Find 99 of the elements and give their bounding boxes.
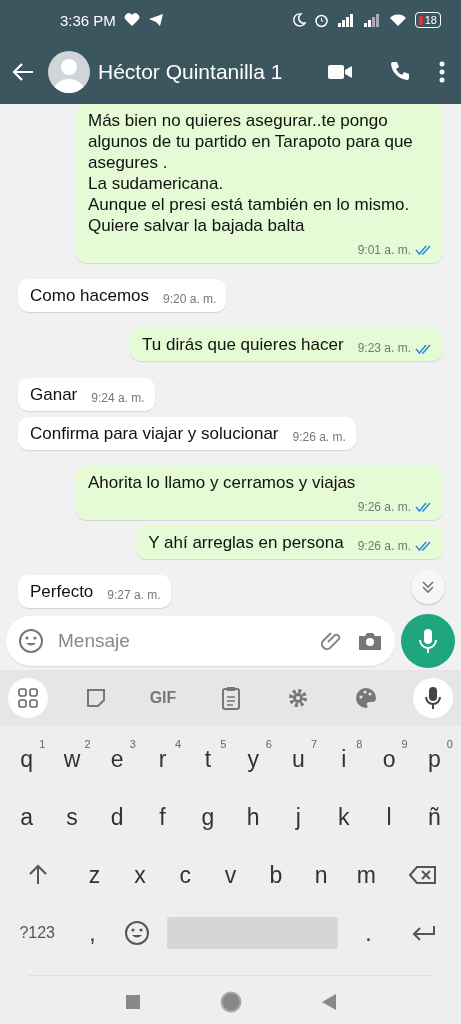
phone-icon [389, 61, 411, 83]
message-text: Tu dirás que quieres hacer [142, 334, 344, 356]
avatar[interactable] [48, 51, 90, 93]
keyboard-key[interactable]: ñ [411, 790, 457, 844]
home-button[interactable] [219, 991, 242, 1013]
voice-input-button[interactable] [413, 678, 453, 718]
key-hint: 2 [84, 738, 91, 750]
message-time: 9:27 a. m. [107, 587, 161, 604]
keyboard-key[interactable]: r 4 [139, 732, 186, 786]
key-hint: 0 [446, 738, 453, 750]
backspace-icon [409, 865, 437, 885]
keyboard-key[interactable]: , [70, 906, 115, 960]
keyboard-key[interactable]: y 6 [230, 732, 276, 786]
keyboard-key[interactable]: k [321, 790, 367, 844]
keyboard-key[interactable]: i 8 [321, 732, 367, 786]
settings-icon [287, 687, 309, 709]
keyboard-key[interactable]: x [117, 848, 163, 902]
keyboard-key[interactable]: z [71, 848, 118, 902]
microphone-icon [419, 628, 437, 654]
keyboard-key[interactable]: n [298, 848, 344, 902]
send-icon [147, 13, 164, 27]
message-time: 9:23 a. m. [357, 340, 411, 358]
grid-icon [18, 688, 38, 708]
keyboard-key[interactable]: p 0 [411, 732, 457, 786]
message-field[interactable]: Mensaje [6, 616, 395, 666]
keyboard-key[interactable]: d [94, 790, 140, 844]
message-time: 9:24 a. m. [91, 389, 145, 407]
enter-icon [410, 923, 437, 943]
keyboard-key[interactable]: j [275, 790, 322, 844]
keyboard-key[interactable]: l [366, 790, 412, 844]
back-arrow-icon [12, 62, 34, 82]
keyboard-key[interactable]: . [346, 906, 391, 960]
key-hint: 7 [310, 738, 318, 750]
symbols-key[interactable]: ?123 [4, 906, 71, 960]
scroll-down-button[interactable] [411, 570, 445, 604]
message-time: 9:20 a. m. [163, 291, 217, 309]
message-time: 9:01 a. m. [357, 242, 411, 259]
apps-button[interactable] [8, 678, 48, 718]
message-text: Como hacemos [30, 285, 150, 307]
message-text: Más bien no quieres asegurar..te pongo algunos de tu partido en Tarapoto para que asegures . La sudamericana. Aunque el presi está también en lo mismo. Quiere salvar la bajada balta [88, 110, 414, 236]
double-check-icon [415, 244, 433, 257]
double-check-icon [415, 342, 433, 355]
keyboard-key[interactable]: o 9 [366, 732, 412, 786]
recent-apps-button[interactable] [125, 995, 140, 1009]
keyboard-key[interactable]: a [4, 790, 50, 844]
message-text: Y ahí arreglas en persona [148, 531, 344, 553]
keyboard-key[interactable]: h [230, 790, 276, 844]
keyboard-key[interactable]: m [343, 848, 390, 902]
battery-level: 18 [424, 14, 437, 26]
message-time: 9:26 a. m. [357, 537, 411, 555]
circle-icon [219, 991, 242, 1013]
smiley-icon [123, 920, 150, 946]
more-options-icon [439, 61, 445, 83]
palette-icon [354, 687, 377, 709]
heart-icon [123, 13, 140, 27]
contact-name[interactable]: Héctor Quintanilla 1 [98, 60, 305, 84]
key-hint: 6 [265, 738, 272, 750]
sticker-icon [84, 687, 107, 709]
keyboard-key[interactable]: t 5 [185, 732, 231, 786]
video-camera-icon [327, 63, 353, 81]
double-check-icon [415, 501, 433, 514]
clipboard-icon [220, 686, 241, 710]
status-time: 3:36 PM [60, 11, 116, 29]
voice-message-button[interactable] [401, 614, 455, 668]
key-hint: 1 [39, 738, 46, 750]
message-time: 9:26 a. m. [292, 428, 346, 446]
key-hint: 8 [356, 738, 363, 750]
emoji-icon [18, 628, 44, 654]
camera-icon [357, 630, 383, 652]
keyboard-key[interactable]: u 7 [275, 732, 322, 786]
keyboard-key[interactable]: g [185, 790, 231, 844]
keyboard-key[interactable]: e 3 [94, 732, 140, 786]
microphone-icon [425, 686, 441, 710]
key-hint: 3 [129, 738, 136, 750]
signal-icon [336, 13, 355, 27]
double-chevron-down-icon [421, 580, 435, 594]
gif-button[interactable]: GIF [143, 678, 183, 718]
wifi-icon [388, 13, 407, 27]
keyboard-key[interactable]: v [207, 848, 254, 902]
signal-icon [362, 13, 381, 27]
message-text: Ahorita lo llamo y cerramos y viajas [88, 471, 356, 493]
key-hint: 5 [220, 738, 227, 750]
key-hint: 9 [401, 738, 408, 750]
message-time: 9:26 a. m. [357, 498, 411, 516]
keyboard-key[interactable]: b [253, 848, 299, 902]
alarm-icon [313, 12, 329, 28]
triangle-icon [321, 994, 336, 1010]
moon-icon [291, 13, 306, 27]
message-text: Perfecto [30, 581, 94, 602]
keyboard-key[interactable]: s [49, 790, 95, 844]
key-hint: 4 [175, 738, 182, 750]
keyboard-key[interactable]: c [162, 848, 208, 902]
keyboard-key[interactable]: f [139, 790, 186, 844]
back-nav-button[interactable] [321, 994, 336, 1010]
keyboard-key[interactable]: q 1 [4, 732, 50, 786]
message-text: Ganar [30, 383, 78, 405]
message-text: Confirma para viajar y solucionar [30, 422, 279, 444]
square-icon [125, 995, 140, 1009]
double-check-icon [415, 540, 433, 553]
